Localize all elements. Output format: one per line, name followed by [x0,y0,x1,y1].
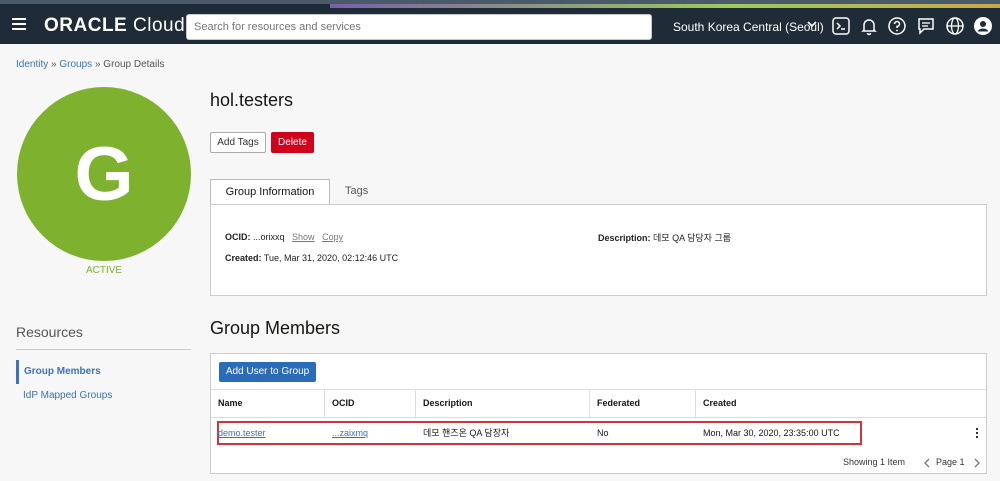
search-input[interactable] [186,14,652,40]
sidebar-item-idp-mapped-groups[interactable]: IdP Mapped Groups [23,390,112,401]
group-information-panel: OCID: ...orixxq Show Copy Description: 데… [210,204,987,296]
globe-icon[interactable] [945,16,965,36]
breadcrumb-identity[interactable]: Identity [16,59,48,70]
item-count: Showing 1 Item [843,457,906,467]
resources-heading: Resources [16,324,83,340]
cell-created: Mon, Mar 30, 2020, 23:35:00 UTC [703,428,840,438]
cell-description: 데모 핸즈온 QA 담장자 [423,428,510,438]
created-label: Created: [225,253,262,263]
top-navigation-bar: ORACLE Cloud South Korea Central (Seoul) [0,0,1000,44]
column-header-description[interactable]: Description [416,390,590,417]
table-row: demo.tester ...zaixmq 데모 핸즈온 QA 담장자 No M… [211,419,986,448]
oracle-cloud-logo[interactable]: ORACLE Cloud [44,15,185,37]
group-members-heading: Group Members [210,318,341,338]
description-row: Description: 데모 QA 담당자 그룹 [598,231,731,244]
column-header-ocid[interactable]: OCID [325,390,416,417]
chevron-down-icon[interactable] [806,18,818,33]
description-value: 데모 QA 담당자 그룹 [653,233,731,243]
breadcrumb-separator: » [94,59,101,70]
menu-icon[interactable] [12,18,26,30]
tab-tags[interactable]: Tags [345,185,368,197]
breadcrumb: Identity » Groups » Group Details [16,59,164,70]
created-row: Created: Tue, Mar 31, 2020, 02:12:46 UTC [225,253,398,263]
region-selector[interactable]: South Korea Central (Seoul) [673,20,824,34]
column-header-created[interactable]: Created [696,390,986,417]
bell-icon[interactable] [859,16,879,36]
add-tags-button[interactable]: Add Tags [210,132,266,153]
ocid-value: ...orixxq [253,232,285,242]
ocid-link[interactable]: ...zaixmq [332,428,368,438]
more-actions-icon[interactable] [976,428,979,440]
header-accent-strip [330,4,1000,8]
group-members-table: Add User to Group Name OCID Description … [210,353,987,474]
ocid-label: OCID: [225,232,251,242]
tab-group-information[interactable]: Group Information [210,179,330,205]
page-indicator: Page 1 [936,457,965,467]
breadcrumb-separator: » [51,59,57,70]
cell-ocid: ...zaixmq [325,419,368,448]
sidebar-item-group-members[interactable]: Group Members [16,360,191,384]
cell-federated: No [597,428,609,438]
ocid-row: OCID: ...orixxq Show Copy [225,232,343,242]
breadcrumb-groups[interactable]: Groups [59,59,92,70]
divider [16,349,191,350]
delete-button[interactable]: Delete [271,132,314,153]
description-label: Description: [598,233,651,243]
column-header-name[interactable]: Name [211,390,325,417]
cloud-shell-icon[interactable] [831,16,851,36]
cell-name: demo.tester [211,419,266,448]
help-icon[interactable] [887,16,907,36]
add-user-to-group-button[interactable]: Add User to Group [219,362,316,382]
user-link[interactable]: demo.tester [218,428,266,438]
status-badge: ACTIVE [85,265,123,276]
show-ocid-link[interactable]: Show [292,232,315,242]
chat-icon[interactable] [916,16,936,36]
copy-ocid-link[interactable]: Copy [322,232,343,242]
breadcrumb-current: Group Details [103,59,165,70]
table-header: Name OCID Description Federated Created [211,389,986,418]
previous-page-icon[interactable] [923,458,931,468]
column-header-federated[interactable]: Federated [590,390,696,417]
created-value: Tue, Mar 31, 2020, 02:12:46 UTC [263,253,399,263]
page-title: hol.testers [210,90,294,110]
next-page-icon[interactable] [973,458,981,468]
main-content: Identity » Groups » Group Details G ACTI… [0,44,1000,481]
group-avatar: G [17,87,191,261]
user-icon[interactable] [973,16,993,36]
